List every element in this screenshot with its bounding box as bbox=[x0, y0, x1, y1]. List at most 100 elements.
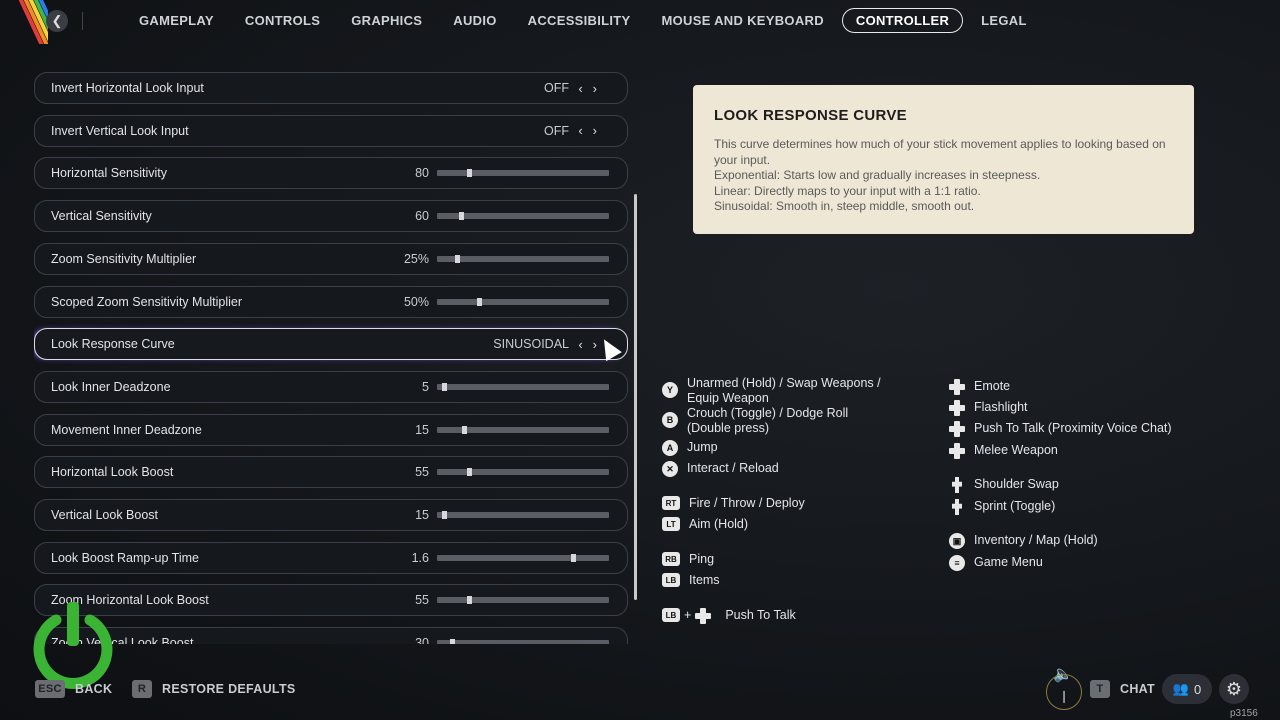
setting-slider[interactable] bbox=[437, 596, 609, 605]
setting-label: Vertical Look Boost bbox=[51, 508, 159, 522]
settings-tabs: GAMEPLAY CONTROLS GRAPHICS AUDIO ACCESSIBILI… bbox=[126, 8, 1045, 33]
setting-slider[interactable] bbox=[437, 254, 609, 263]
slider-knob[interactable] bbox=[450, 639, 455, 644]
setting-slider[interactable] bbox=[437, 297, 609, 306]
info-line: Sinusoidal: Smooth in, steep middle, smo… bbox=[714, 199, 975, 213]
slider-knob[interactable] bbox=[442, 382, 447, 391]
voice-chat-button[interactable]: ❘ bbox=[1046, 674, 1082, 710]
settings-gear-button[interactable]: ⚙ bbox=[1219, 674, 1249, 704]
tab-mouse-and-keyboard[interactable]: MOUSE AND KEYBOARD bbox=[649, 8, 837, 33]
setting-row-horizontal-sensitivity[interactable]: Horizontal Sensitivity 80 bbox=[34, 157, 628, 190]
tab-controls[interactable]: CONTROLS bbox=[232, 8, 333, 33]
thumbstick-icon bbox=[949, 477, 965, 493]
legend-label: Game Menu bbox=[974, 555, 1043, 569]
setting-row-invert-vertical-look-input[interactable]: Invert Vertical Look Input OFF ‹› bbox=[34, 114, 628, 147]
tab-audio[interactable]: AUDIO bbox=[440, 8, 509, 33]
setting-row-invert-horizontal-look-input[interactable]: Invert Horizontal Look Input OFF ‹› bbox=[34, 72, 628, 104]
legend-label: Inventory / Map (Hold) bbox=[974, 533, 1098, 547]
slider-knob[interactable] bbox=[442, 511, 447, 519]
chat-button[interactable]: T CHAT bbox=[1090, 680, 1155, 698]
slider-knob[interactable] bbox=[571, 553, 576, 562]
tab-legal[interactable]: LEGAL bbox=[968, 8, 1040, 33]
setting-row-look-boost-ramp-up-time[interactable]: Look Boost Ramp-up Time 1.6 bbox=[34, 541, 628, 574]
chevron-left-icon[interactable]: ‹ bbox=[578, 81, 592, 96]
info-title: LOOK RESPONSE CURVE bbox=[714, 107, 907, 124]
setting-value: SINUSOIDAL bbox=[493, 337, 569, 352]
setting-row-horizontal-look-boost[interactable]: Horizontal Look Boost 55 bbox=[34, 456, 628, 489]
setting-label: Look Inner Deadzone bbox=[51, 379, 171, 394]
build-version: p3156 bbox=[1230, 708, 1258, 719]
setting-value: 15 bbox=[415, 508, 429, 522]
setting-row-zoom-sensitivity-multiplier[interactable]: Zoom Sensitivity Multiplier 25% bbox=[34, 242, 628, 275]
dpad-icon bbox=[949, 379, 965, 395]
setting-slider[interactable] bbox=[437, 511, 609, 519]
button-rt-icon: RT bbox=[662, 496, 680, 510]
setting-row-zoom-vertical-look-boost[interactable]: Zoom Vertical Look Boost 30 bbox=[34, 627, 628, 644]
chevron-right-icon[interactable]: › bbox=[593, 81, 607, 96]
legend-label: Flashlight bbox=[974, 400, 1028, 414]
setting-slider[interactable] bbox=[437, 468, 609, 477]
restore-defaults-button[interactable]: R RESTORE DEFAULTS bbox=[132, 680, 296, 698]
legend-label: Aim (Hold) bbox=[689, 517, 749, 531]
settings-scrollbar[interactable] bbox=[634, 194, 637, 600]
chevron-left-icon[interactable]: ‹ bbox=[578, 337, 592, 352]
slider-knob[interactable] bbox=[467, 169, 472, 178]
dpad-icon bbox=[695, 608, 712, 624]
tab-graphics[interactable]: GRAPHICS bbox=[338, 8, 435, 33]
setting-row-movement-inner-deadzone[interactable]: Movement Inner Deadzone 15 bbox=[34, 413, 628, 446]
slider-knob[interactable] bbox=[467, 596, 472, 605]
setting-slider[interactable] bbox=[437, 425, 609, 434]
option-arrows[interactable]: ‹› bbox=[578, 81, 607, 96]
restore-defaults-label: RESTORE DEFAULTS bbox=[162, 682, 296, 696]
chevron-right-icon[interactable]: › bbox=[593, 123, 607, 138]
gear-icon: ⚙ bbox=[1225, 678, 1243, 699]
setting-slider[interactable] bbox=[437, 212, 609, 221]
friends-button[interactable]: 👥 0 bbox=[1162, 674, 1212, 704]
info-body: This curve determines how much of your s… bbox=[714, 137, 1176, 215]
legend-label: Sprint (Toggle) bbox=[974, 499, 1056, 513]
setting-row-scoped-zoom-sensitivity-multiplier[interactable]: Scoped Zoom Sensitivity Multiplier 50% bbox=[34, 285, 628, 318]
slider-knob[interactable] bbox=[467, 468, 472, 477]
legend-label: Shoulder Swap bbox=[974, 477, 1059, 491]
legend-label: Push To Talk bbox=[725, 608, 796, 622]
tab-accessibility[interactable]: ACCESSIBILITY bbox=[515, 8, 644, 33]
button-y-icon: Y bbox=[662, 382, 678, 398]
chat-label: CHAT bbox=[1120, 682, 1155, 696]
button-lb-icon: LB bbox=[662, 573, 680, 587]
setting-value: 55 bbox=[415, 465, 429, 480]
tab-gameplay[interactable]: GAMEPLAY bbox=[126, 8, 227, 33]
setting-value: 60 bbox=[415, 209, 429, 224]
legend-item: RT Fire / Throw / Deploy bbox=[662, 496, 912, 511]
legend-item: B Crouch (Toggle) / Dodge Roll (Double pr… bbox=[662, 406, 892, 436]
back-label: BACK bbox=[75, 682, 113, 696]
setting-label: Invert Horizontal Look Input bbox=[51, 81, 204, 95]
settings-list: Invert Horizontal Look Input OFF ‹› Invert … bbox=[34, 72, 630, 644]
button-a-icon: A bbox=[662, 440, 678, 456]
legend-item: RB Ping bbox=[662, 552, 912, 567]
esc-key-icon: ESC bbox=[35, 680, 65, 698]
setting-label: Zoom Sensitivity Multiplier bbox=[51, 251, 197, 266]
info-card: LOOK RESPONSE CURVE This curve determine… bbox=[693, 85, 1194, 234]
chevron-left-icon[interactable]: ‹ bbox=[578, 123, 592, 138]
setting-slider[interactable] bbox=[437, 169, 609, 178]
setting-row-vertical-sensitivity[interactable]: Vertical Sensitivity 60 bbox=[34, 200, 628, 233]
setting-slider[interactable] bbox=[437, 382, 609, 391]
setting-row-look-inner-deadzone[interactable]: Look Inner Deadzone 5 bbox=[34, 370, 628, 403]
setting-slider[interactable] bbox=[437, 639, 609, 644]
slider-knob[interactable] bbox=[459, 212, 464, 221]
back-button[interactable]: ESC BACK bbox=[35, 680, 112, 698]
setting-row-vertical-look-boost[interactable]: Vertical Look Boost 15 bbox=[34, 499, 628, 531]
setting-value: 1.6 bbox=[411, 550, 429, 565]
setting-row-zoom-horizontal-look-boost[interactable]: Zoom Horizontal Look Boost 55 bbox=[34, 584, 628, 617]
legend-item: Y Unarmed (Hold) / Swap Weapons / Equip W… bbox=[662, 376, 892, 406]
option-arrows[interactable]: ‹› bbox=[578, 123, 607, 138]
slider-knob[interactable] bbox=[477, 297, 482, 306]
setting-value: 50% bbox=[403, 294, 429, 309]
setting-slider[interactable] bbox=[437, 553, 609, 562]
back-nav-button[interactable]: ❮ bbox=[46, 10, 68, 32]
slider-knob[interactable] bbox=[455, 254, 460, 263]
tab-controller[interactable]: CONTROLLER bbox=[841, 8, 964, 33]
setting-row-look-response-curve[interactable]: Look Response Curve SINUSOIDAL ‹› bbox=[34, 328, 628, 361]
setting-label: Invert Vertical Look Input bbox=[51, 123, 189, 138]
slider-knob[interactable] bbox=[462, 425, 467, 434]
